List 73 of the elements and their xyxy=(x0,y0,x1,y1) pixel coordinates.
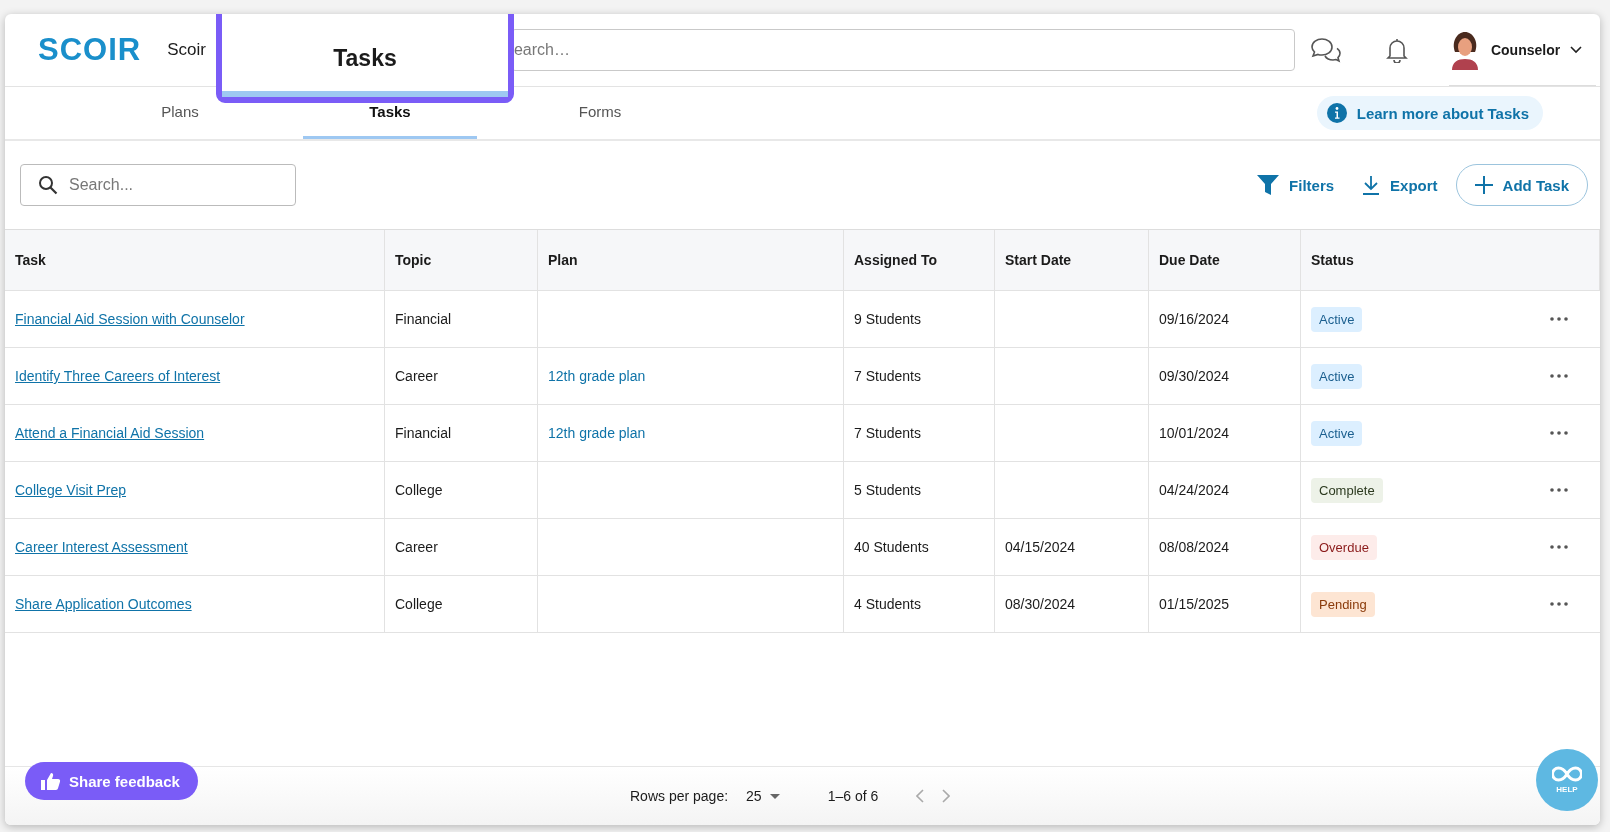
table-cell: 5 Students xyxy=(854,482,921,498)
table-cell: Career xyxy=(395,539,438,555)
table-cell: College xyxy=(395,482,443,498)
share-feedback-button[interactable]: Share feedback xyxy=(25,762,198,800)
thumbs-up-icon xyxy=(41,772,61,790)
plan-link[interactable]: 12th grade plan xyxy=(548,425,646,441)
search-field[interactable]: Search... xyxy=(20,164,296,206)
column-header[interactable]: Assigned To xyxy=(844,230,995,290)
plan-link[interactable]: 12th grade plan xyxy=(548,368,646,384)
task-link[interactable]: Share Application Outcomes xyxy=(15,596,192,612)
rows-per-page-label: Rows per page: xyxy=(630,788,729,804)
search-icon xyxy=(38,175,58,195)
page-range: 1–6 of 6 xyxy=(827,788,879,804)
status-badge: Active xyxy=(1311,363,1363,389)
table-cell: 09/16/2024 xyxy=(1159,311,1230,327)
status-badge: Active xyxy=(1311,306,1363,332)
table-cell: 04/15/2024 xyxy=(1005,539,1076,555)
more-icon[interactable] xyxy=(1550,602,1568,606)
more-icon[interactable] xyxy=(1550,317,1568,321)
column-header[interactable]: Status xyxy=(1301,230,1600,290)
task-link[interactable]: Attend a Financial Aid Session xyxy=(15,425,205,441)
table-cell: 08/30/2024 xyxy=(1005,596,1076,612)
table-cell: 04/24/2024 xyxy=(1159,482,1230,498)
status-badge: Active xyxy=(1311,420,1363,446)
more-icon[interactable] xyxy=(1550,488,1568,492)
learn-more-button[interactable]: Learn more about Tasks xyxy=(1316,96,1543,130)
task-link[interactable]: College Visit Prep xyxy=(15,482,127,498)
column-header[interactable]: Plan xyxy=(538,230,844,290)
rows-per-page-select[interactable]: 25 xyxy=(746,788,780,804)
table-cell: Financial xyxy=(395,311,452,327)
table-cell: 01/15/2025 xyxy=(1159,596,1230,612)
more-icon[interactable] xyxy=(1550,431,1568,435)
filter-icon xyxy=(1257,175,1280,195)
status-badge: Overdue xyxy=(1311,534,1377,560)
filters-button[interactable]: Filters xyxy=(1251,171,1341,199)
table-cell: 09/30/2024 xyxy=(1159,368,1230,384)
tab[interactable]: Plans xyxy=(93,87,267,139)
more-icon[interactable] xyxy=(1550,374,1568,378)
column-header[interactable]: Topic xyxy=(385,230,538,290)
logo[interactable]: SCOIR xyxy=(38,32,142,68)
tab[interactable]: Forms xyxy=(513,87,687,139)
task-link[interactable]: Identify Three Careers of Interest xyxy=(15,368,221,384)
notification-bell-icon[interactable] xyxy=(1384,37,1409,63)
chevron-down-icon[interactable] xyxy=(1570,45,1583,54)
table-cell: 40 Students xyxy=(854,539,929,555)
tab[interactable]: Tasks xyxy=(303,87,477,139)
export-button[interactable]: Export xyxy=(1356,171,1444,199)
callout-label: Tasks xyxy=(333,45,397,72)
table-cell: 9 Students xyxy=(854,311,921,327)
status-badge: Complete xyxy=(1311,477,1383,503)
table-cell: 08/08/2024 xyxy=(1159,539,1230,555)
more-icon[interactable] xyxy=(1550,545,1568,549)
info-icon xyxy=(1326,103,1347,123)
plus-icon xyxy=(1474,176,1493,194)
chat-icon[interactable] xyxy=(1308,36,1341,64)
table-cell: 7 Students xyxy=(854,368,921,384)
table-cell: Financial xyxy=(395,425,452,441)
table-cell: Career xyxy=(395,368,438,384)
column-header[interactable]: Due Date xyxy=(1149,230,1301,290)
table-cell: 7 Students xyxy=(854,425,921,441)
table-cell: College xyxy=(395,596,443,612)
school-name: Scoir xyxy=(167,40,206,60)
task-link[interactable]: Career Interest Assessment xyxy=(15,539,188,555)
user-name[interactable]: Counselor xyxy=(1490,41,1561,58)
task-link[interactable]: Financial Aid Session with Counselor xyxy=(15,311,245,327)
column-header[interactable]: Task xyxy=(5,230,385,290)
infinity-icon xyxy=(1552,766,1582,782)
download-icon xyxy=(1362,175,1381,195)
column-header[interactable]: Start Date xyxy=(995,230,1149,290)
caret-icon xyxy=(769,793,780,799)
status-badge: Pending xyxy=(1311,591,1375,617)
table-cell: 10/01/2024 xyxy=(1159,425,1230,441)
table-cell: 4 Students xyxy=(854,596,921,612)
